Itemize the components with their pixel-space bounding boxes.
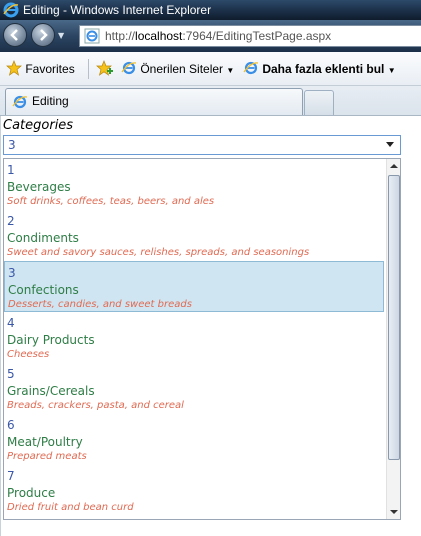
url-host: localhost: [135, 29, 183, 43]
chevron-down-icon: ▼: [387, 66, 396, 75]
category-name: Grains/Cereals: [7, 384, 95, 398]
category-id: 4: [7, 316, 15, 330]
list-item[interactable]: 4 Dairy Products Cheeses: [4, 312, 384, 363]
category-description: Soft drinks, coffees, teas, beers, and a…: [7, 196, 215, 207]
tab-row: Editing: [0, 86, 421, 116]
category-name: Dairy Products: [7, 333, 95, 347]
list-item[interactable]: 2 Condiments Sweet and savory sauces, re…: [4, 210, 384, 261]
category-name: Beverages: [7, 180, 71, 194]
content-border: [0, 116, 1, 536]
chevron-down-icon: ▼: [226, 66, 235, 75]
tab-label: Editing: [32, 94, 69, 108]
category-id: 1: [7, 163, 15, 177]
address-url: http://localhost:7964/EditingTestPage.as…: [105, 26, 331, 46]
add-to-favorites-bar-button[interactable]: [96, 60, 114, 78]
favorites-bar: Favorites Önerilen Siteler ▼ Daha fazla …: [0, 52, 421, 86]
list-item[interactable]: 1 Beverages Soft drinks, coffees, teas, …: [4, 159, 384, 210]
categories-dropdown-list: 1 Beverages Soft drinks, coffees, teas, …: [3, 158, 401, 520]
suggested-sites-button[interactable]: Önerilen Siteler ▼: [121, 60, 234, 78]
arrow-left-icon: [10, 29, 18, 41]
list-item[interactable]: 7 Produce Dried fruit and bean curd: [4, 465, 384, 516]
category-description: Dried fruit and bean curd: [7, 502, 134, 513]
forward-button[interactable]: [31, 23, 55, 47]
category-name: Meat/Poultry: [7, 435, 83, 449]
favorites-label: Favorites: [25, 62, 75, 76]
scroll-down-icon[interactable]: [387, 505, 400, 519]
window-title-bar: Editing - Windows Internet Explorer: [0, 0, 421, 20]
back-button[interactable]: [3, 23, 27, 47]
more-addons-button[interactable]: Daha fazla eklenti bul ▼: [243, 60, 396, 78]
scroll-up-icon[interactable]: [387, 159, 400, 173]
combobox-selected-value: 3: [8, 138, 16, 152]
tab-editing[interactable]: Editing: [5, 88, 303, 115]
dropdown-scrollbar[interactable]: [386, 159, 400, 519]
list-item-selected[interactable]: 3 Confections Desserts, candies, and swe…: [4, 261, 384, 312]
category-name: Produce: [7, 486, 56, 500]
scrollbar-thumb[interactable]: [388, 175, 400, 460]
tab-page-icon: [12, 95, 28, 109]
dropdown-items: 1 Beverages Soft drinks, coffees, teas, …: [4, 159, 384, 516]
dropdown-arrow-icon[interactable]: [386, 142, 394, 147]
page-content: Categories 3 1 Beverages Soft drinks, co…: [0, 116, 421, 536]
navigation-bar: ▼ http://localhost:7964/EditingTestPage.…: [0, 20, 421, 52]
categories-combobox[interactable]: 3: [3, 135, 401, 155]
category-description: Cheeses: [7, 349, 50, 360]
list-item[interactable]: 5 Grains/Cereals Breads, crackers, pasta…: [4, 363, 384, 414]
ie-addons-icon: [243, 61, 259, 75]
category-id: 6: [7, 418, 15, 432]
category-description: Sweet and savory sauces, relishes, sprea…: [7, 247, 310, 258]
suggested-sites-label: Önerilen Siteler: [140, 62, 224, 76]
category-id: 2: [7, 214, 15, 228]
new-tab-button[interactable]: [304, 90, 334, 115]
category-id: 5: [7, 367, 15, 381]
category-id: 7: [7, 469, 15, 483]
url-prefix: http://: [105, 29, 136, 43]
window-title: Editing - Windows Internet Explorer: [23, 3, 212, 17]
page-ie-icon: [84, 28, 100, 44]
recent-pages-dropdown-icon[interactable]: ▼: [58, 31, 64, 40]
star-icon: [6, 60, 22, 76]
list-item[interactable]: 6 Meat/Poultry Prepared meats: [4, 414, 384, 465]
category-id: 3: [8, 266, 16, 280]
favorites-button[interactable]: Favorites: [6, 60, 75, 78]
category-description: Desserts, candies, and sweet breads: [8, 299, 192, 310]
category-name: Confections: [8, 283, 79, 297]
url-rest: :7964/EditingTestPage.aspx: [182, 29, 332, 43]
ie-suggested-sites-icon: [121, 61, 137, 75]
ie-logo-icon: [3, 2, 19, 18]
category-description: Breads, crackers, pasta, and cereal: [7, 400, 184, 411]
arrow-right-icon: [40, 29, 48, 41]
add-favorite-icon: [96, 60, 113, 76]
categories-label: Categories: [3, 118, 74, 133]
more-addons-label: Daha fazla eklenti bul: [262, 62, 385, 76]
address-field[interactable]: http://localhost:7964/EditingTestPage.as…: [79, 25, 421, 47]
toolbar-separator: [88, 59, 89, 79]
category-name: Condiments: [7, 231, 79, 245]
category-description: Prepared meats: [7, 451, 87, 462]
